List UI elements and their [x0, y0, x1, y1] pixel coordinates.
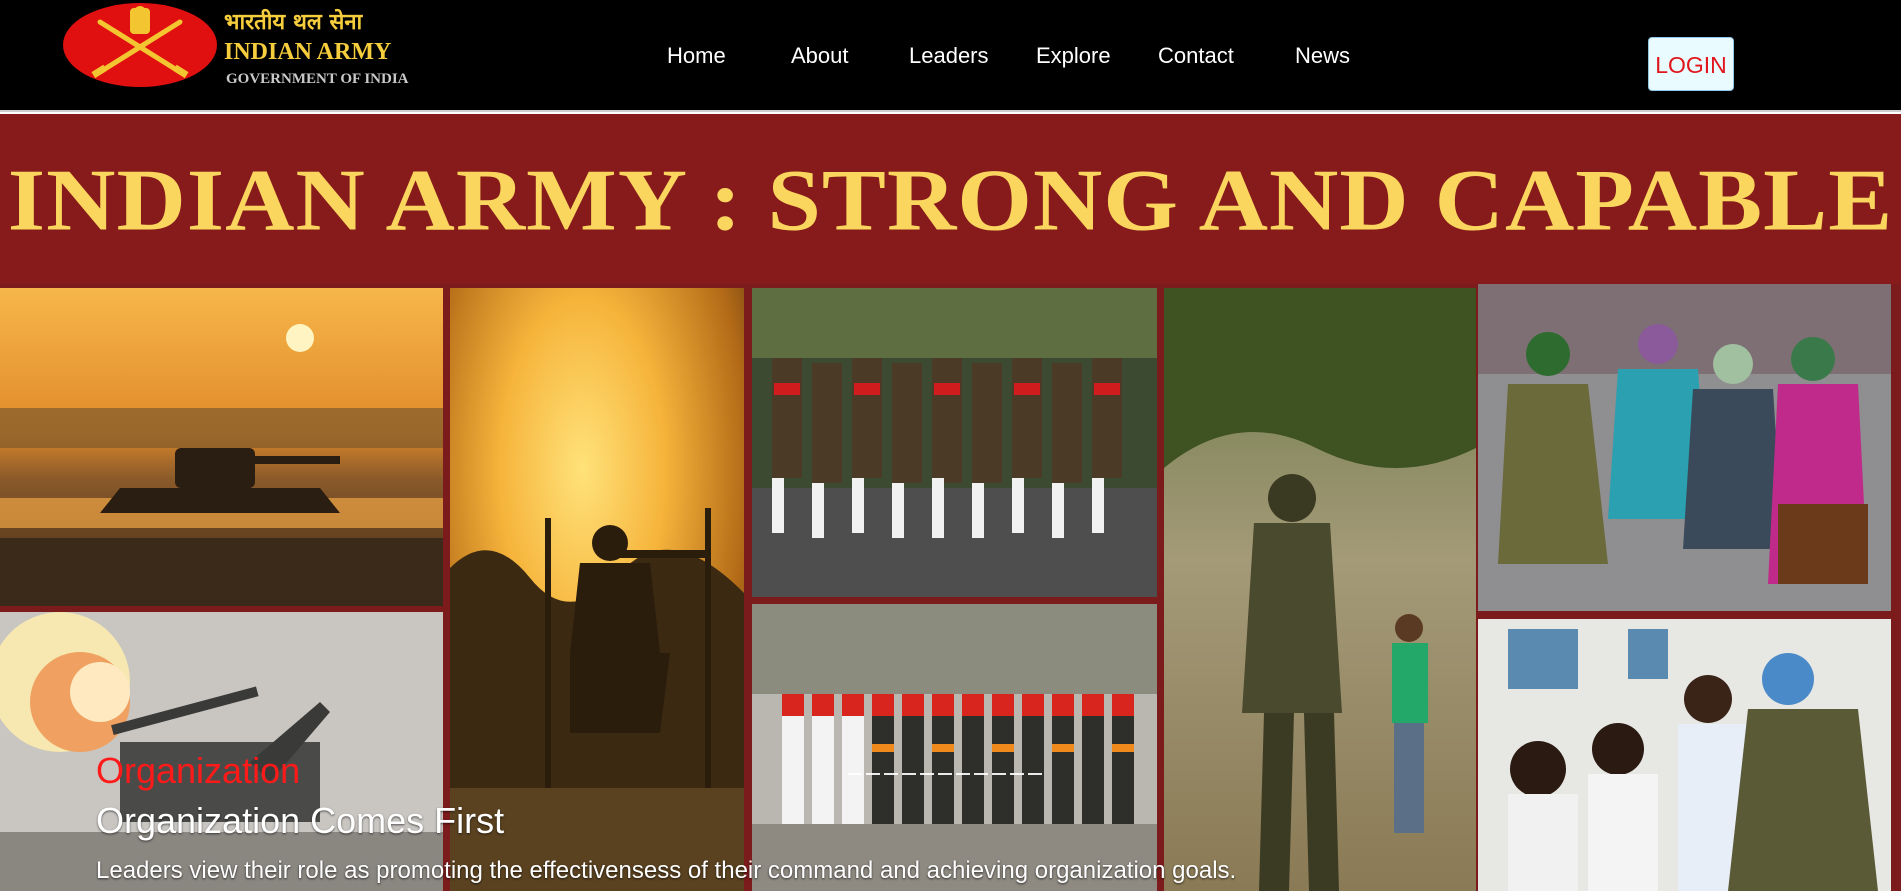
- brand-name: INDIAN ARMY: [224, 39, 392, 65]
- nav-leaders[interactable]: Leaders: [909, 42, 989, 70]
- nav-about[interactable]: About: [791, 42, 849, 70]
- nav-contact[interactable]: Contact: [1158, 42, 1234, 70]
- top-navbar: भारतीय थल सेना INDIAN ARMY GOVERNMENT OF…: [0, 0, 1901, 112]
- photo-soldier-with-child: [1164, 288, 1476, 891]
- brand-hindi-text: भारतीय थल सेना: [224, 9, 363, 35]
- carousel-indicator[interactable]: [848, 773, 1046, 775]
- photo-soldier-with-children: [1478, 619, 1891, 891]
- photo-soldier-with-villagers: [1478, 284, 1891, 611]
- photo-ceremonial-parade: [752, 604, 1157, 891]
- site-logo[interactable]: भारतीय थल सेना INDIAN ARMY GOVERNMENT OF…: [62, 2, 422, 90]
- army-emblem-icon: [63, 3, 217, 87]
- caption-kicker: Organization: [96, 750, 301, 791]
- nav-explore[interactable]: Explore: [1036, 42, 1111, 70]
- photo-tank-sunset: [0, 288, 443, 606]
- login-button[interactable]: LOGIN: [1648, 37, 1734, 91]
- hero-banner: INDIAN ARMY : STRONG AND CAPABLE: [0, 114, 1901, 284]
- caption-title: Organization Comes First: [96, 800, 505, 841]
- banner-title: INDIAN ARMY : STRONG AND CAPABLE: [7, 150, 1894, 249]
- brand-subtitle: GOVERNMENT OF INDIA: [226, 71, 409, 87]
- photo-marching-contingent: [752, 288, 1157, 597]
- nav-news[interactable]: News: [1295, 42, 1350, 70]
- nav-home[interactable]: Home: [667, 42, 726, 70]
- caption-text: Leaders view their role as promoting the…: [96, 857, 1237, 884]
